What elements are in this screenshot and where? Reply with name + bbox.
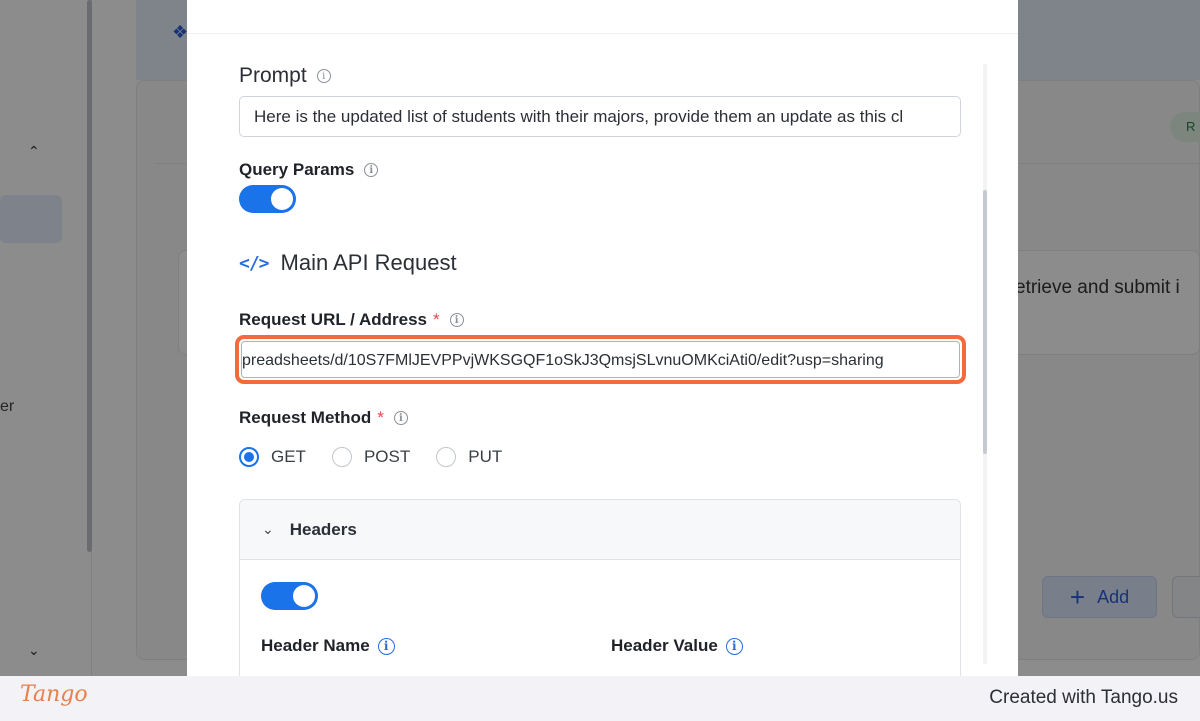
radio-checked-icon (239, 447, 259, 467)
request-method-label: Request Method (239, 408, 372, 427)
url-highlight: preadsheets/d/10S7FMlJEVPPvjWKSGQF1oSkJ3… (235, 335, 966, 384)
radio-post[interactable]: POST (331, 447, 411, 467)
chevron-down-icon: ⌄ (262, 521, 274, 537)
request-url-label: Request URL / Address (239, 310, 427, 329)
toggle-knob (271, 188, 293, 210)
headers-title: Headers (289, 519, 357, 539)
radio-label: GET (271, 447, 306, 466)
request-method-radio-group: GET POST PUT (239, 447, 502, 467)
radio-label: POST (363, 447, 411, 466)
modal-header-divider (187, 33, 1018, 34)
request-method-label-row: Request Method * i (239, 408, 408, 428)
radio-put[interactable]: PUT (436, 447, 502, 467)
required-marker: * (377, 408, 384, 427)
header-value-label-row: Header Value i (611, 636, 743, 656)
query-params-label: Query Params (239, 160, 355, 179)
section-title: Main API Request (280, 250, 457, 275)
required-marker: * (433, 310, 440, 329)
prompt-label-row: Prompt i (239, 64, 331, 88)
header-value-label: Header Value (611, 636, 718, 655)
prompt-label: Prompt (239, 64, 307, 87)
radio-unchecked-icon (436, 447, 457, 467)
section-title-row: </> Main API Request (239, 250, 457, 276)
headers-toggle[interactable] (261, 582, 318, 610)
prompt-input[interactable]: Here is the updated list of students wit… (239, 96, 961, 137)
info-icon[interactable]: i (364, 163, 379, 177)
radio-label: PUT (468, 447, 503, 466)
radio-get[interactable]: GET (239, 447, 306, 467)
request-url-label-row: Request URL / Address * i (239, 310, 464, 330)
info-icon[interactable]: i (725, 637, 743, 655)
headers-collapse-header[interactable]: ⌄ Headers (240, 500, 960, 560)
info-icon[interactable]: i (316, 69, 331, 83)
header-name-label-row: Header Name i (261, 636, 395, 656)
api-request-modal: Prompt i Here is the updated list of stu… (187, 0, 1018, 676)
toggle-knob (293, 585, 315, 607)
tango-logo: Tango (20, 682, 88, 707)
info-icon[interactable]: i (377, 637, 395, 655)
footer-credit: Created with Tango.us (989, 687, 1178, 708)
request-url-value: preadsheets/d/10S7FMlJEVPPvjWKSGQF1oSkJ3… (242, 352, 884, 369)
radio-unchecked-icon (331, 447, 352, 467)
modal-scrollbar[interactable] (983, 190, 987, 454)
code-icon: </> (239, 252, 269, 274)
info-icon[interactable]: i (449, 313, 464, 327)
header-name-label: Header Name (261, 636, 370, 655)
query-params-toggle[interactable] (239, 185, 296, 213)
request-url-input[interactable]: preadsheets/d/10S7FMlJEVPPvjWKSGQF1oSkJ3… (241, 341, 960, 378)
info-icon[interactable]: i (393, 411, 408, 425)
query-params-label-row: Query Params i (239, 160, 379, 180)
